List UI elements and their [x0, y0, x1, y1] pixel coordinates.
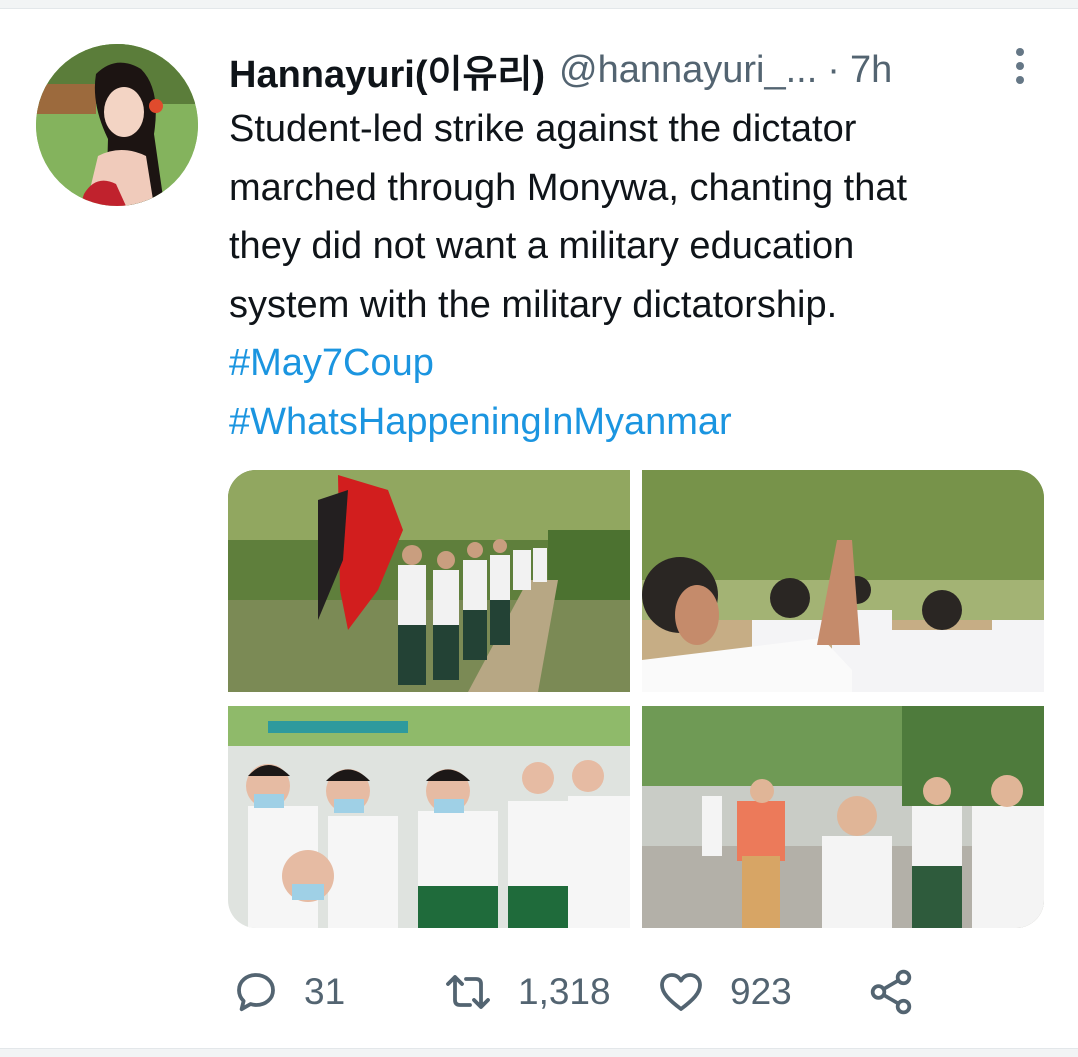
share-button[interactable] — [866, 962, 916, 1022]
author-name[interactable]: Hannayuri(이유리) — [229, 43, 545, 98]
hashtag-link[interactable]: #May7Coup — [229, 334, 1049, 393]
reply-icon — [237, 973, 275, 1012]
tweet-text-line: Student-led strike against the dictator — [229, 108, 857, 150]
tweet-text-line: they did not want a military education — [229, 225, 855, 267]
retweet-count: 1,318 — [518, 971, 611, 1012]
media-grid — [228, 470, 1044, 928]
photo-masked-students-crowd[interactable] — [228, 706, 630, 928]
separator-dot: · — [827, 48, 840, 91]
tweet-time[interactable]: 7h — [850, 49, 892, 92]
tweet-text-line: marched through Monywa, chanting that — [229, 166, 908, 209]
photo-students-on-street[interactable] — [642, 706, 1044, 928]
tweet-actions: 31 1,318 923 — [232, 962, 1052, 1022]
more-vertical-icon[interactable] — [1006, 44, 1034, 88]
tweet-text-line: system with the military dictatorship. — [229, 283, 838, 326]
like-button[interactable]: 923 — [656, 962, 792, 1022]
share-icon — [870, 969, 912, 1015]
top-divider — [0, 0, 1078, 9]
hashtag-link[interactable]: #WhatsHappeningInMyanmar — [229, 393, 1049, 452]
photo-raised-three-finger-salute[interactable] — [642, 470, 1044, 692]
like-count: 923 — [730, 971, 792, 1012]
retweet-button[interactable]: 1,318 — [442, 962, 611, 1022]
avatar[interactable] — [36, 44, 198, 206]
reply-count: 31 — [304, 971, 346, 1012]
tweet-header: Hannayuri(이유리) @hannayuri_... · 7h — [229, 44, 892, 96]
heart-icon — [660, 973, 702, 1011]
photo-students-marching-with-flags[interactable] — [228, 470, 630, 692]
retweet-icon — [446, 975, 490, 1009]
reply-button[interactable]: 31 — [232, 962, 345, 1022]
author-handle[interactable]: @hannayuri_... — [559, 49, 817, 92]
tweet-text: Student-led strike against the dictator … — [229, 100, 1049, 451]
